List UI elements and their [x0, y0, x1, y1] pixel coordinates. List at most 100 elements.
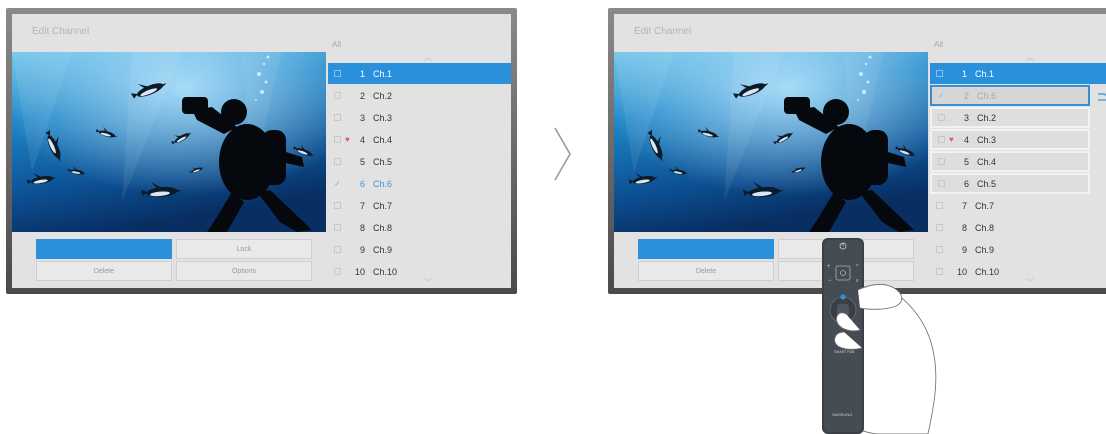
checkbox[interactable]: [936, 202, 943, 209]
scroll-up-icon[interactable]: ︿: [424, 52, 432, 63]
channel-number: 7: [961, 200, 967, 211]
channel-row[interactable]: 10 Ch.10: [930, 261, 1106, 282]
channel-name: Ch.9: [975, 244, 995, 255]
channel-number: 9: [961, 244, 967, 255]
channel-name: Ch.5: [373, 156, 393, 167]
channel-row[interactable]: 10 Ch.10: [328, 261, 511, 282]
channel-row[interactable]: 2 Ch.2: [328, 85, 511, 106]
channel-row[interactable]: 3 Ch.2: [930, 107, 1090, 128]
video-preview: [614, 52, 928, 232]
channel-row[interactable]: ♥ 4 Ch.3: [930, 129, 1090, 150]
remote-brand: SAMSUNG: [832, 412, 852, 417]
channel-name: Ch.2: [977, 112, 997, 123]
channel-number: 4: [359, 134, 365, 145]
checkbox[interactable]: [334, 136, 341, 143]
options-button[interactable]: Options: [176, 261, 312, 281]
channel-number: 3: [963, 112, 969, 123]
channel-row[interactable]: 5 Ch.4: [930, 151, 1090, 172]
dpad-up-highlight: [840, 294, 846, 300]
channel-row[interactable]: 8 Ch.8: [328, 217, 511, 238]
checkbox[interactable]: [334, 158, 341, 165]
channel-row[interactable]: ♥ 4 Ch.4: [328, 129, 511, 150]
checkbox[interactable]: [334, 268, 341, 275]
channel-name: Ch.4: [977, 156, 997, 167]
move-button[interactable]: [36, 239, 172, 259]
delete-button[interactable]: Delete: [638, 261, 774, 281]
scroll-up-icon[interactable]: ︿: [1026, 52, 1034, 63]
channel-name: Ch.5: [977, 178, 997, 189]
checkbox[interactable]: [938, 136, 945, 143]
channel-number: 9: [359, 244, 365, 255]
channel-number: 2: [359, 90, 365, 101]
video-preview: [12, 52, 326, 232]
move-button[interactable]: [638, 239, 774, 259]
channel-number: 10: [354, 266, 365, 277]
checkbox[interactable]: [936, 70, 943, 77]
channel-number: 1: [961, 68, 967, 79]
channel-number: 2: [963, 90, 969, 101]
channel-number: 8: [961, 222, 967, 233]
chevron-right-icon: [554, 127, 571, 181]
channel-row[interactable]: 7 Ch.7: [328, 195, 511, 216]
scroll-down-icon[interactable]: ﹀: [1026, 277, 1034, 288]
channel-number: 5: [963, 156, 969, 167]
channel-name: Ch.3: [373, 112, 393, 123]
checkbox[interactable]: [938, 114, 945, 121]
checkbox[interactable]: [936, 224, 943, 231]
channel-number: 8: [359, 222, 365, 233]
channel-row-moving[interactable]: ✓ 2 Ch.6: [930, 85, 1090, 106]
channel-list: All ︿ 1 Ch.1 ✓ 2 Ch.6 3 Ch.2 ♥ 4 Ch.3 5 …: [930, 14, 1106, 288]
lock-button[interactable]: Lock: [176, 239, 312, 259]
check-icon[interactable]: ✓: [334, 180, 341, 188]
channel-name: Ch.4: [373, 134, 393, 145]
svg-text:−: −: [828, 278, 832, 284]
channel-number: 5: [359, 156, 365, 167]
channel-name: Ch.8: [373, 222, 393, 233]
checkbox[interactable]: [334, 114, 341, 121]
page-title: Edit Channel: [634, 26, 692, 37]
channel-name: Ch.8: [975, 222, 995, 233]
channel-row[interactable]: 5 Ch.5: [328, 151, 511, 172]
delete-button[interactable]: Delete: [36, 261, 172, 281]
channel-row[interactable]: 7 Ch.7: [930, 195, 1106, 216]
channel-number: 10: [956, 266, 967, 277]
channel-row[interactable]: ✓ 6 Ch.6: [328, 173, 511, 194]
checkbox[interactable]: [334, 92, 341, 99]
scroll-down-icon[interactable]: ﹀: [424, 277, 432, 288]
checkbox[interactable]: [334, 224, 341, 231]
checkbox[interactable]: [334, 70, 341, 77]
heart-icon: ♥: [345, 135, 350, 144]
channel-row[interactable]: 1 Ch.1: [328, 63, 511, 84]
channel-name: Ch.1: [373, 68, 393, 79]
channel-row[interactable]: 8 Ch.8: [930, 217, 1106, 238]
channel-name: Ch.6: [977, 90, 997, 101]
channel-number: 1: [359, 68, 365, 79]
channel-name: Ch.7: [975, 200, 995, 211]
channel-name: Ch.10: [975, 266, 1000, 277]
channel-row[interactable]: 9 Ch.9: [328, 239, 511, 260]
page-title: Edit Channel: [32, 26, 90, 37]
channel-row[interactable]: 1 Ch.1: [930, 63, 1106, 84]
remote-control-illustration: + − ^ v SMART HUB SAMSUNG: [821, 238, 937, 434]
checkbox[interactable]: [938, 158, 945, 165]
checkbox[interactable]: [334, 246, 341, 253]
filter-label: All: [332, 40, 341, 49]
channel-list: All ︿ 1 Ch.1 2 Ch.2 3 Ch.3 ♥ 4 Ch.4 5 Ch…: [328, 14, 511, 288]
channel-number: 6: [963, 178, 969, 189]
channel-name: Ch.10: [373, 266, 398, 277]
channel-name: Ch.9: [373, 244, 393, 255]
channel-name: Ch.2: [373, 90, 393, 101]
filter-label: All: [934, 40, 943, 49]
checkbox[interactable]: [938, 180, 945, 187]
checkbox[interactable]: [334, 202, 341, 209]
channel-row[interactable]: 3 Ch.3: [328, 107, 511, 128]
channel-name: Ch.1: [975, 68, 995, 79]
tv-screen-left: Edit Channel Lock Delete Options All ︿ 1…: [12, 14, 511, 288]
move-path-arrow-icon: [1098, 93, 1106, 101]
svg-text:+: +: [827, 264, 831, 270]
channel-number: 7: [359, 200, 365, 211]
channel-row[interactable]: 6 Ch.5: [930, 173, 1090, 194]
check-icon[interactable]: ✓: [938, 92, 945, 100]
channel-name: Ch.6: [373, 178, 393, 189]
channel-row[interactable]: 9 Ch.9: [930, 239, 1106, 260]
